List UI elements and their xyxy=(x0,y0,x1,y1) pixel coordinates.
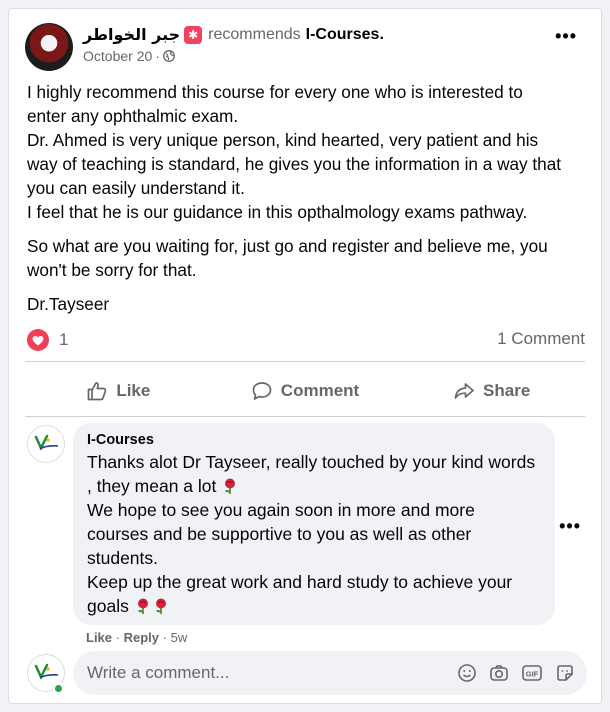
post-options-icon[interactable]: ••• xyxy=(555,27,577,45)
post-card: جبر الخواطر ✱ recommends I-Courses. Octo… xyxy=(8,8,602,704)
globe-icon xyxy=(162,50,175,62)
sticker-icon[interactable] xyxy=(555,663,575,683)
comment-time[interactable]: 5w xyxy=(171,630,188,645)
camera-icon[interactable] xyxy=(489,663,509,683)
share-label: Share xyxy=(483,381,531,400)
recommends-text: recommends xyxy=(208,25,301,43)
share-icon xyxy=(454,383,474,399)
comment-like-link[interactable]: Like xyxy=(86,630,112,645)
rose-icon xyxy=(225,478,236,494)
comment-author[interactable]: I-Courses xyxy=(87,431,541,449)
post-line: enter any ophthalmic exam. xyxy=(27,106,239,126)
online-status-dot xyxy=(53,683,64,694)
header-line: جبر الخواطر ✱ recommends I-Courses. xyxy=(83,25,551,44)
author-name[interactable]: جبر الخواطر xyxy=(83,25,180,44)
post-body: I highly recommend this course for every… xyxy=(27,80,571,316)
post-line: won't be sorry for that. xyxy=(27,260,197,280)
i-courses-logo-icon xyxy=(34,663,59,680)
gif-label: GIF xyxy=(526,670,539,679)
like-button[interactable]: Like xyxy=(25,366,212,416)
comment-action-separator: · xyxy=(162,630,167,645)
post-date[interactable]: October 20 xyxy=(83,48,152,64)
post-signature: Dr.Tayseer xyxy=(27,294,110,314)
reaction-count: 1 xyxy=(59,330,69,349)
like-label: Like xyxy=(116,381,151,400)
comment-line: courses and be supportive to you as well… xyxy=(87,524,472,544)
author-avatar[interactable] xyxy=(25,23,73,71)
i-courses-logo-icon xyxy=(34,434,59,451)
recommend-icon: ✱ xyxy=(184,25,203,44)
post-actions: Like Comment Share xyxy=(25,366,585,416)
post-line: Dr. Ahmed is very unique person, kind he… xyxy=(27,130,539,150)
comment-count-link[interactable]: 1 Comment xyxy=(497,329,585,349)
comment-line: Keep up the great work and hard study to… xyxy=(87,572,513,592)
comment-button[interactable]: Comment xyxy=(212,366,399,416)
comment-bubble: I-Courses Thanks alot Dr Tayseer, really… xyxy=(73,423,555,625)
comment-line: , they mean a lot xyxy=(87,474,541,498)
gif-icon[interactable]: GIF xyxy=(521,663,543,683)
commenter-avatar[interactable] xyxy=(27,425,65,463)
post-line: So what are you waiting for, just go and… xyxy=(27,236,548,256)
rose-icon xyxy=(155,598,166,614)
comment-action-separator: · xyxy=(115,630,120,645)
comment-reply-link[interactable]: Reply xyxy=(124,630,159,645)
post-line: way of teaching is standard, he gives yo… xyxy=(27,154,562,174)
comment-line: Thanks alot Dr Tayseer, really touched b… xyxy=(87,452,536,472)
comment-actions: Like · Reply · 5w xyxy=(86,630,187,645)
comment-icon xyxy=(252,382,272,400)
post-meta: October 20 · xyxy=(83,48,551,64)
post-line: I feel that he is our guidance in this o… xyxy=(27,202,528,222)
meta-separator: · xyxy=(155,48,160,64)
comment-line: goals xyxy=(87,594,541,618)
comment-input-placeholder: Write a comment... xyxy=(87,663,230,682)
reaction-summary[interactable]: 1 xyxy=(27,329,68,351)
share-button[interactable]: Share xyxy=(398,366,585,416)
comment-label: Comment xyxy=(280,381,360,400)
comment-input[interactable]: Write a comment... GIF xyxy=(73,651,587,695)
comment-line-text: goals xyxy=(87,596,129,616)
post-header: جبر الخواطر ✱ recommends I-Courses. Octo… xyxy=(83,25,551,64)
comment-options-icon[interactable]: ••• xyxy=(559,517,581,535)
thumbs-up-icon xyxy=(87,382,107,401)
divider xyxy=(25,416,585,417)
post-line: you can easily understand it. xyxy=(27,178,245,198)
divider xyxy=(25,361,585,362)
comment-line: We hope to see you again soon in more an… xyxy=(87,500,475,520)
emoji-icon[interactable] xyxy=(457,663,477,683)
comment-line: students. xyxy=(87,548,159,568)
rose-icon xyxy=(137,598,148,614)
post-line: I highly recommend this course for every… xyxy=(27,82,523,102)
page-name-link[interactable]: I-Courses. xyxy=(306,26,384,44)
comment-line-text: , they mean a lot xyxy=(87,476,217,496)
composer-icons: GIF xyxy=(457,663,575,683)
comment-text: Thanks alot Dr Tayseer, really touched b… xyxy=(87,450,541,618)
heart-icon xyxy=(27,329,49,351)
